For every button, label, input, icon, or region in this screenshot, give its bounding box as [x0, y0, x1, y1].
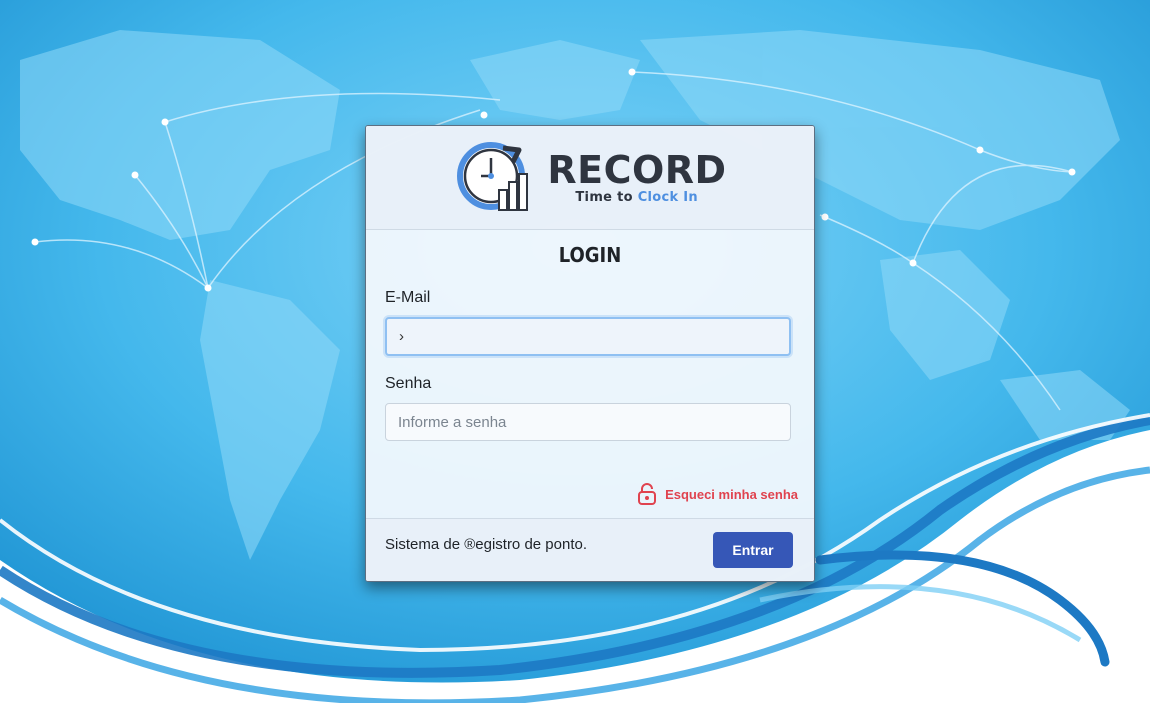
- forgot-password-link[interactable]: Esqueci minha senha: [638, 483, 798, 505]
- footer-text: Sistema de ®egistro de ponto.: [385, 536, 588, 553]
- unlock-icon: [638, 483, 657, 505]
- login-card: RECORD Time to Clock In LOGIN E-Mail › S…: [365, 125, 815, 582]
- brand-logo: RECORD Time to Clock In: [453, 138, 726, 218]
- login-title: LOGIN: [558, 243, 622, 267]
- forgot-password-label: Esqueci minha senha: [665, 486, 798, 502]
- clock-chart-icon: [457, 141, 529, 211]
- email-label: E-Mail: [385, 289, 431, 306]
- tagline-part1: Time to: [575, 189, 633, 205]
- password-input[interactable]: Informe a senha: [385, 403, 791, 441]
- email-value: ›: [399, 328, 404, 345]
- brand-tagline: Time to Clock In: [575, 190, 726, 206]
- card-header: RECORD Time to Clock In: [366, 126, 814, 230]
- password-label: Senha: [385, 375, 432, 392]
- submit-button[interactable]: Entrar: [713, 532, 793, 568]
- password-placeholder: Informe a senha: [398, 413, 507, 431]
- card-footer: Sistema de ®egistro de ponto. Entrar: [366, 518, 814, 581]
- brand-name: RECORD: [547, 147, 727, 192]
- tagline-part2: Clock In: [637, 189, 698, 205]
- email-input[interactable]: ›: [385, 317, 791, 356]
